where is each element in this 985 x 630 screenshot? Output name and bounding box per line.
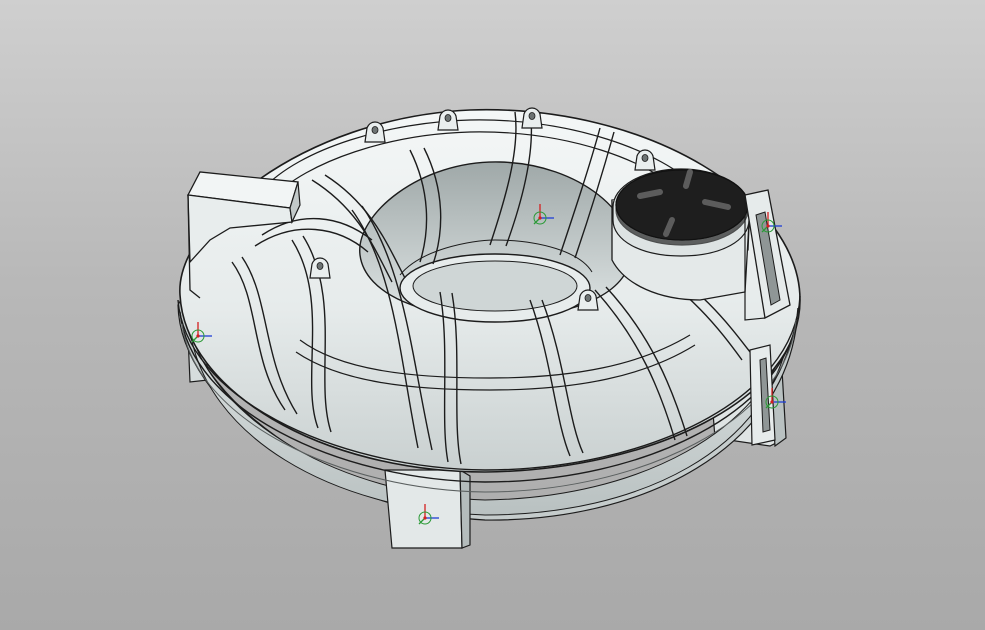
lifting-lug-2 bbox=[634, 149, 656, 171]
lifting-lug-3 bbox=[309, 257, 331, 279]
lifting-lug-6 bbox=[437, 109, 459, 131]
support-foot-front bbox=[384, 468, 471, 549]
manhole-cap[interactable] bbox=[615, 169, 749, 246]
lifting-lug-1 bbox=[364, 121, 386, 143]
cad-3d-viewport[interactable] bbox=[0, 0, 985, 630]
toroidal-tank-model[interactable] bbox=[0, 0, 985, 630]
lifting-lug-5 bbox=[521, 107, 543, 129]
lifting-lug-4 bbox=[577, 289, 599, 311]
